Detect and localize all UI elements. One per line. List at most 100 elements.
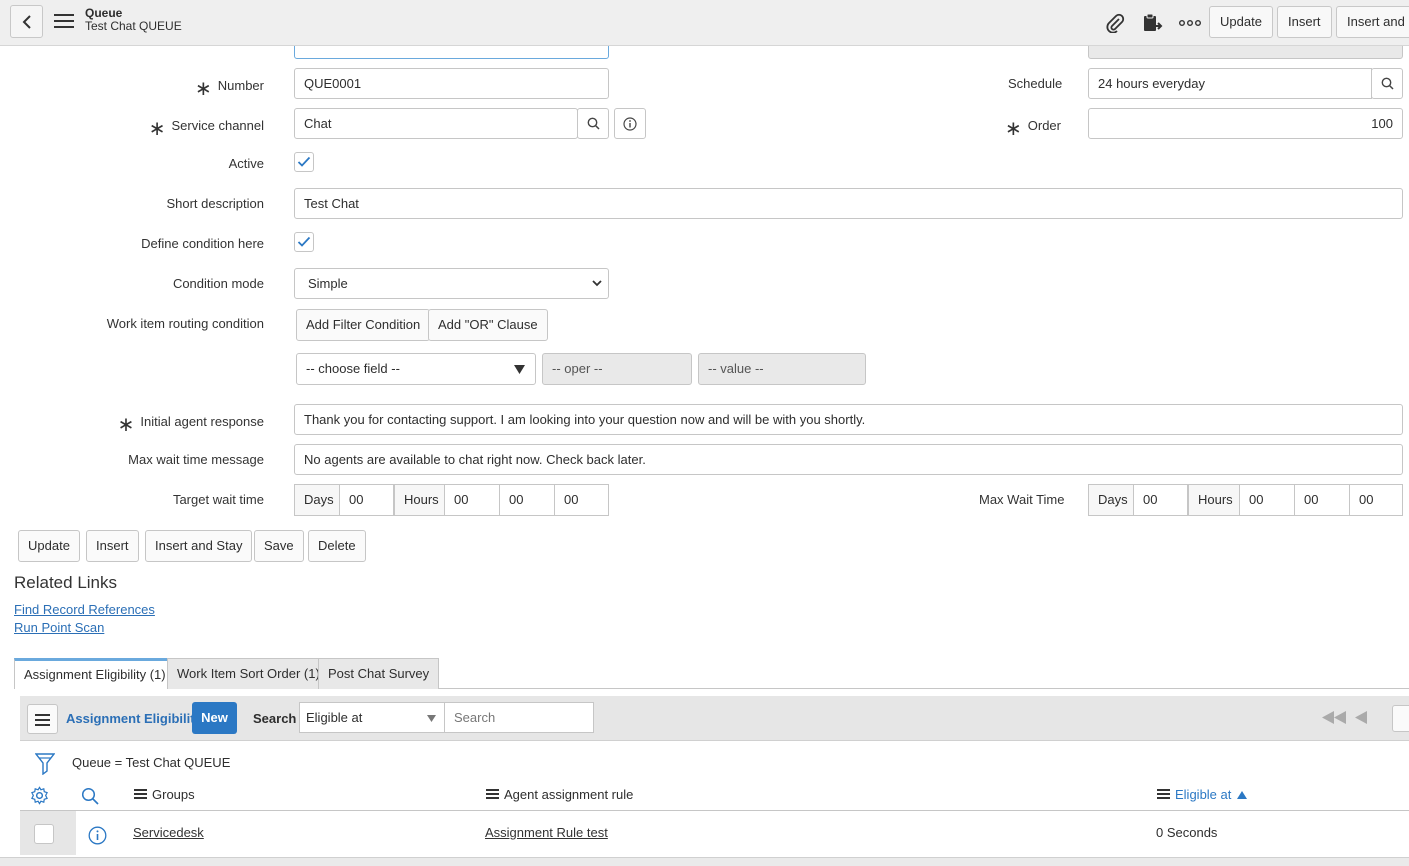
first-page-icon[interactable] bbox=[1322, 711, 1346, 724]
service-channel-label: ∗ Service channel bbox=[148, 118, 264, 140]
related-links-title: Related Links bbox=[14, 573, 118, 592]
page-input[interactable] bbox=[1392, 705, 1409, 732]
insert-and-stay-button[interactable]: Insert and Stay bbox=[145, 530, 253, 562]
service-channel-info-button[interactable] bbox=[614, 108, 646, 139]
search-icon[interactable] bbox=[81, 787, 99, 805]
value-field[interactable]: -- value -- bbox=[698, 353, 866, 385]
list-menu-icon[interactable] bbox=[27, 704, 58, 734]
order-field[interactable]: 100 bbox=[1088, 108, 1403, 139]
caret-down-icon bbox=[514, 365, 525, 374]
tab-post-chat-survey[interactable]: Post Chat Survey bbox=[318, 658, 440, 689]
search-icon bbox=[1381, 77, 1394, 90]
short-description-label: Short description bbox=[166, 196, 264, 211]
row-rule-link[interactable]: Assignment Rule test bbox=[485, 825, 608, 840]
delete-button[interactable]: Delete bbox=[308, 530, 366, 562]
update-button[interactable]: Update bbox=[18, 530, 80, 562]
row-group-link[interactable]: Servicedesk bbox=[133, 825, 204, 840]
list-title[interactable]: Assignment Eligibility bbox=[66, 711, 202, 726]
search-input[interactable]: Search bbox=[444, 702, 594, 733]
required-icon: ∗ bbox=[117, 414, 135, 436]
header-insert-button[interactable]: Insert bbox=[1277, 6, 1332, 38]
define-condition-label: Define condition here bbox=[141, 236, 264, 251]
save-button[interactable]: Save bbox=[254, 530, 304, 562]
info-icon[interactable] bbox=[88, 826, 107, 845]
target-minutes-field[interactable]: 00 bbox=[499, 484, 555, 516]
schedule-field[interactable]: 24 hours everyday bbox=[1088, 68, 1372, 99]
add-or-clause-button[interactable]: Add "OR" Clause bbox=[428, 309, 548, 341]
back-button-overlay[interactable] bbox=[10, 5, 43, 38]
column-menu-icon[interactable] bbox=[486, 789, 499, 800]
record-name: Test Chat QUEUE bbox=[85, 19, 182, 33]
target-hours-label: Hours bbox=[394, 484, 445, 516]
number-field[interactable]: QUE0001 bbox=[294, 68, 609, 99]
service-channel-field[interactable]: Chat bbox=[294, 108, 578, 139]
order-label: ∗ Order bbox=[1005, 118, 1061, 140]
condition-mode-select[interactable]: Simple bbox=[294, 268, 609, 299]
tab-assignment-eligibility[interactable]: Assignment Eligibility (1) bbox=[14, 658, 176, 689]
add-filter-condition-button[interactable]: Add Filter Condition bbox=[296, 309, 431, 341]
target-hours-field[interactable]: 00 bbox=[444, 484, 500, 516]
list-toolbar: Assignment Eligibility New Search Eligib… bbox=[20, 696, 1409, 741]
target-wait-label: Target wait time bbox=[172, 492, 264, 507]
max-wait-message-label: Max wait time message bbox=[128, 452, 264, 467]
max-hours-label: Hours bbox=[1188, 484, 1240, 516]
required-icon: ∗ bbox=[1005, 118, 1022, 140]
column-menu-icon[interactable] bbox=[1157, 789, 1170, 800]
define-condition-checkbox[interactable] bbox=[294, 232, 314, 252]
filter-icon[interactable] bbox=[35, 753, 55, 775]
max-days-field[interactable]: 00 bbox=[1133, 484, 1188, 516]
choose-field-select[interactable]: -- choose field -- bbox=[296, 353, 536, 385]
initial-response-label: ∗ Initial agent response bbox=[117, 414, 264, 436]
previous-page-icon[interactable] bbox=[1355, 711, 1367, 724]
required-icon: ∗ bbox=[148, 118, 166, 140]
checkmark-icon bbox=[297, 156, 311, 167]
search-field-value: Eligible at bbox=[306, 710, 363, 725]
schedule-lookup-button[interactable] bbox=[1371, 68, 1403, 99]
gear-icon[interactable] bbox=[30, 786, 49, 805]
run-point-scan-link[interactable]: Run Point Scan bbox=[14, 620, 104, 635]
max-hours-field[interactable]: 00 bbox=[1239, 484, 1295, 516]
initial-response-field[interactable]: Thank you for contacting support. I am l… bbox=[294, 404, 1403, 435]
find-record-references-link[interactable]: Find Record References bbox=[14, 602, 155, 617]
back-icon bbox=[22, 14, 31, 29]
max-seconds-field[interactable]: 00 bbox=[1349, 484, 1403, 516]
search-field-select[interactable]: Eligible at bbox=[299, 702, 445, 733]
more-icon[interactable] bbox=[1178, 12, 1202, 34]
schedule-label: Schedule bbox=[1008, 76, 1063, 91]
header-insert-and-stay-button[interactable]: Insert and Stay bbox=[1336, 6, 1409, 38]
condition-mode-label: Condition mode bbox=[172, 276, 264, 291]
insert-button[interactable]: Insert bbox=[86, 530, 139, 562]
column-agent-assignment-rule[interactable]: Agent assignment rule bbox=[486, 787, 633, 802]
new-button[interactable]: New bbox=[192, 702, 237, 734]
max-wait-time-label: Max Wait Time bbox=[979, 492, 1065, 507]
column-menu-icon[interactable] bbox=[134, 789, 147, 800]
chevron-down-icon bbox=[592, 280, 602, 287]
header-divider bbox=[20, 810, 1409, 811]
row-checkbox[interactable] bbox=[34, 824, 54, 844]
max-days-label: Days bbox=[1088, 484, 1134, 516]
header-update-button[interactable]: Update bbox=[1209, 6, 1273, 38]
target-seconds-field[interactable]: 00 bbox=[554, 484, 609, 516]
info-icon bbox=[623, 116, 637, 131]
caret-down-icon bbox=[427, 715, 436, 722]
active-checkbox[interactable] bbox=[294, 152, 314, 172]
required-icon: ∗ bbox=[194, 78, 212, 100]
max-wait-message-field[interactable]: No agents are available to chat right no… bbox=[294, 444, 1403, 475]
column-groups[interactable]: Groups bbox=[134, 787, 195, 802]
header-title-overlay: Queue Test Chat QUEUE bbox=[85, 7, 182, 33]
paperclip-icon[interactable] bbox=[1104, 12, 1126, 34]
row-select-cell bbox=[20, 811, 76, 855]
checkmark-icon bbox=[297, 236, 311, 247]
service-channel-lookup-button[interactable] bbox=[577, 108, 609, 139]
routing-condition-label: Work item routing condition bbox=[106, 316, 264, 331]
clipboard-icon[interactable] bbox=[1141, 12, 1163, 34]
operator-select[interactable]: -- oper -- bbox=[542, 353, 692, 385]
column-eligible-at[interactable]: Eligible at bbox=[1157, 787, 1248, 802]
search-icon bbox=[587, 117, 600, 130]
menu-icon[interactable] bbox=[54, 14, 74, 28]
tab-work-item-sort-order[interactable]: Work Item Sort Order (1) bbox=[167, 658, 330, 689]
target-days-field[interactable]: 00 bbox=[339, 484, 394, 516]
filter-breadcrumb[interactable]: Queue = Test Chat QUEUE bbox=[72, 755, 230, 770]
max-minutes-field[interactable]: 00 bbox=[1294, 484, 1350, 516]
short-description-field[interactable]: Test Chat bbox=[294, 188, 1403, 219]
